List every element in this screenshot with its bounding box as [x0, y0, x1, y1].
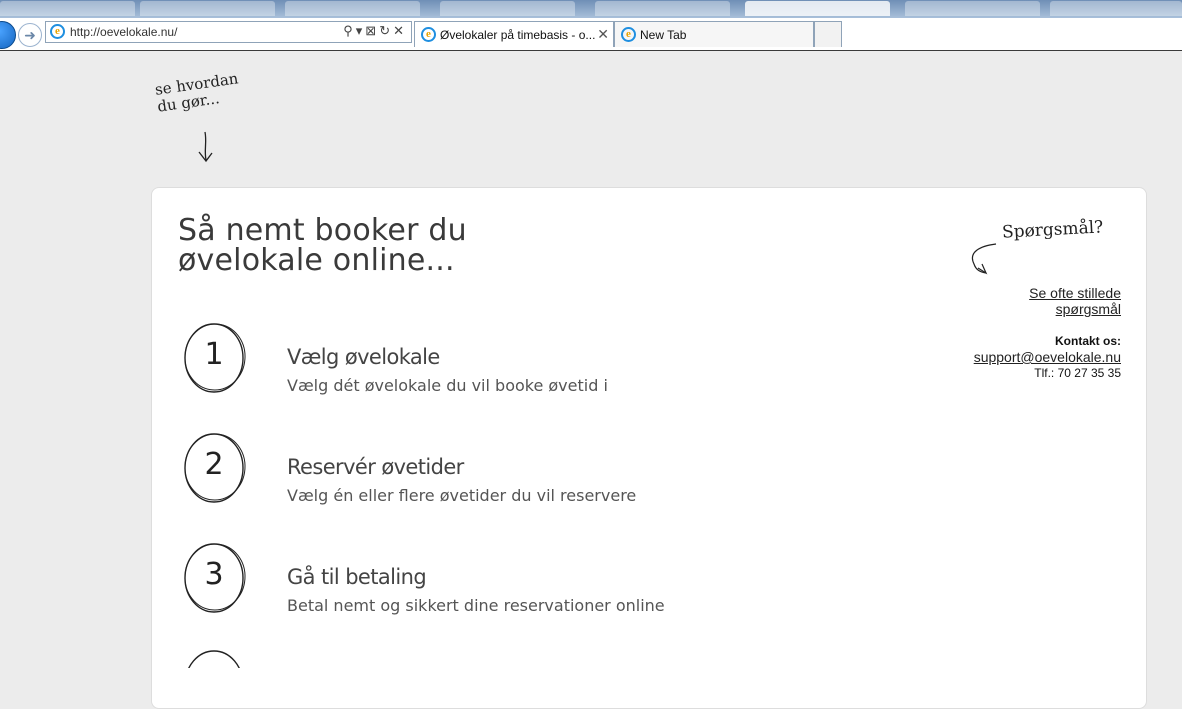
- taskbar-strip: [0, 0, 1182, 18]
- title-line: Så nemt booker du: [178, 213, 467, 248]
- close-icon[interactable]: ✕: [597, 26, 609, 43]
- faq-heading: Spørgsmål?: [1001, 217, 1104, 243]
- step-title: Gå til betaling: [287, 565, 427, 589]
- tab-label: Øvelokaler på timebasis - o...: [440, 28, 596, 42]
- step-item: 2 Reservér øvetider Vælg én eller flere …: [182, 431, 782, 511]
- ie-logo-icon: e: [50, 24, 65, 39]
- step-item: 1 Vælg øvelokale Vælg dét øvelokale du v…: [182, 321, 782, 401]
- back-arrow-icon[interactable]: [0, 21, 16, 49]
- search-icon[interactable]: ⚲: [343, 23, 356, 38]
- how-to-hint: se hvordan du gør...: [154, 69, 242, 115]
- new-tab-button[interactable]: [814, 21, 842, 47]
- step-description: Vælg én eller flere øvetider du vil rese…: [287, 486, 637, 505]
- taskbar-window[interactable]: [285, 1, 420, 16]
- taskbar-window[interactable]: [905, 1, 1040, 16]
- taskbar-window[interactable]: [0, 1, 135, 16]
- contact-label: Kontakt os:: [1055, 334, 1121, 348]
- taskbar-window[interactable]: [1050, 1, 1182, 16]
- step-title: Reservér øvetider: [287, 455, 464, 479]
- refresh-icon[interactable]: ↻: [379, 23, 393, 38]
- address-buttons[interactable]: ⚲▾⊠↻✕: [343, 23, 407, 39]
- contact-email-link[interactable]: support@oevelokale.nu: [921, 349, 1121, 365]
- contact-phone: Tlf.: 70 27 35 35: [1034, 366, 1121, 380]
- browser-chrome: ➜ e http://oevelokale.nu/ ⚲▾⊠↻✕ e Øvelok…: [0, 0, 1182, 51]
- dropdown-icon[interactable]: ▾: [356, 23, 366, 38]
- contact-block: Kontakt os: support@oevelokale.nu Tlf.: …: [921, 333, 1121, 381]
- compat-view-icon[interactable]: ⊠: [365, 23, 379, 38]
- tab-label: New Tab: [640, 28, 687, 42]
- ie-logo-icon: e: [621, 27, 636, 42]
- stop-icon[interactable]: ✕: [393, 23, 407, 38]
- tab-active[interactable]: e Øvelokaler på timebasis - o... ✕: [414, 21, 614, 47]
- hand-drawn-circle-icon: [188, 650, 240, 668]
- booking-guide-card: Så nemt booker du øvelokale online... 1 …: [151, 187, 1147, 709]
- step-number: 1: [204, 337, 224, 372]
- faq-link-line[interactable]: Se ofte stillede: [961, 285, 1121, 301]
- hand-drawn-arrow-icon: [198, 131, 213, 163]
- step-item: 3 Gå til betaling Betal nemt og sikkert …: [182, 541, 782, 621]
- step-number: 2: [204, 447, 224, 482]
- taskbar-window[interactable]: [140, 1, 275, 16]
- taskbar-window[interactable]: [440, 1, 575, 16]
- address-bar[interactable]: e http://oevelokale.nu/ ⚲▾⊠↻✕: [45, 21, 412, 43]
- page-title: Så nemt booker du øvelokale online...: [178, 216, 467, 276]
- hand-drawn-arrow-icon: [971, 243, 997, 275]
- taskbar-window[interactable]: [595, 1, 730, 16]
- taskbar-window-active[interactable]: [745, 1, 890, 16]
- faq-link-line[interactable]: spørgsmål: [961, 301, 1121, 317]
- step-title: Vælg øvelokale: [287, 345, 440, 369]
- step-description: Vælg dét øvelokale du vil booke øvetid i: [287, 376, 608, 395]
- step-number: 3: [204, 557, 224, 592]
- faq-link[interactable]: Se ofte stillede spørgsmål: [961, 285, 1121, 317]
- forward-arrow-icon[interactable]: ➜: [18, 23, 42, 47]
- browser-toolbar: ➜ e http://oevelokale.nu/ ⚲▾⊠↻✕ e Øvelok…: [0, 18, 1182, 51]
- address-url[interactable]: http://oevelokale.nu/: [70, 25, 177, 39]
- step-description: Betal nemt og sikkert dine reservationer…: [287, 596, 665, 615]
- title-line: øvelokale online...: [178, 243, 455, 278]
- tab-new[interactable]: e New Tab: [614, 21, 814, 47]
- ie-logo-icon: e: [421, 27, 436, 42]
